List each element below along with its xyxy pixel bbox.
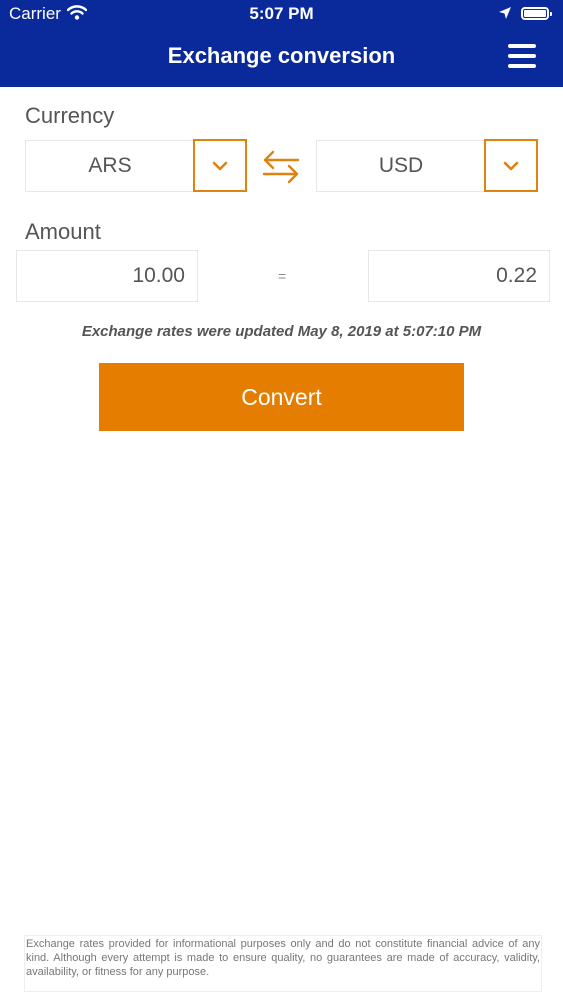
to-currency-dropdown-button[interactable] [484, 139, 538, 192]
chevron-down-icon [503, 161, 519, 170]
chevron-down-icon [212, 161, 228, 170]
to-currency-field[interactable]: USD [316, 140, 486, 192]
amount-input-value: 10.00 [132, 264, 185, 287]
converted-amount-value: 0.22 [496, 264, 537, 287]
rates-updated-text: Exchange rates were updated May 8, 2019 … [81, 323, 482, 340]
status-bar: Carrier 5:07 PM [0, 0, 563, 30]
hamburger-menu-icon[interactable] [508, 44, 536, 68]
app-header: Carrier 5:07 PM Exchange conversion [0, 0, 563, 87]
disclaimer-text: Exchange rates provided for informationa… [24, 935, 542, 992]
converted-amount-field: 0.22 [368, 250, 550, 302]
amount-input[interactable]: 10.00 [16, 250, 198, 302]
convert-button[interactable]: Convert [99, 363, 464, 431]
amount-label: Amount [25, 219, 101, 244]
equals-sign: = [278, 268, 287, 284]
page-title: Exchange conversion [167, 43, 396, 68]
to-currency-value: USD [378, 154, 424, 177]
from-currency-value: ARS [88, 154, 132, 177]
from-currency-dropdown-button[interactable] [193, 139, 247, 192]
currency-label: Currency [25, 103, 115, 128]
swap-arrows-icon[interactable] [262, 150, 300, 189]
battery-icon [521, 7, 552, 20]
from-currency-field[interactable]: ARS [25, 140, 195, 192]
location-icon [498, 6, 512, 25]
status-time: 5:07 PM [249, 4, 314, 23]
